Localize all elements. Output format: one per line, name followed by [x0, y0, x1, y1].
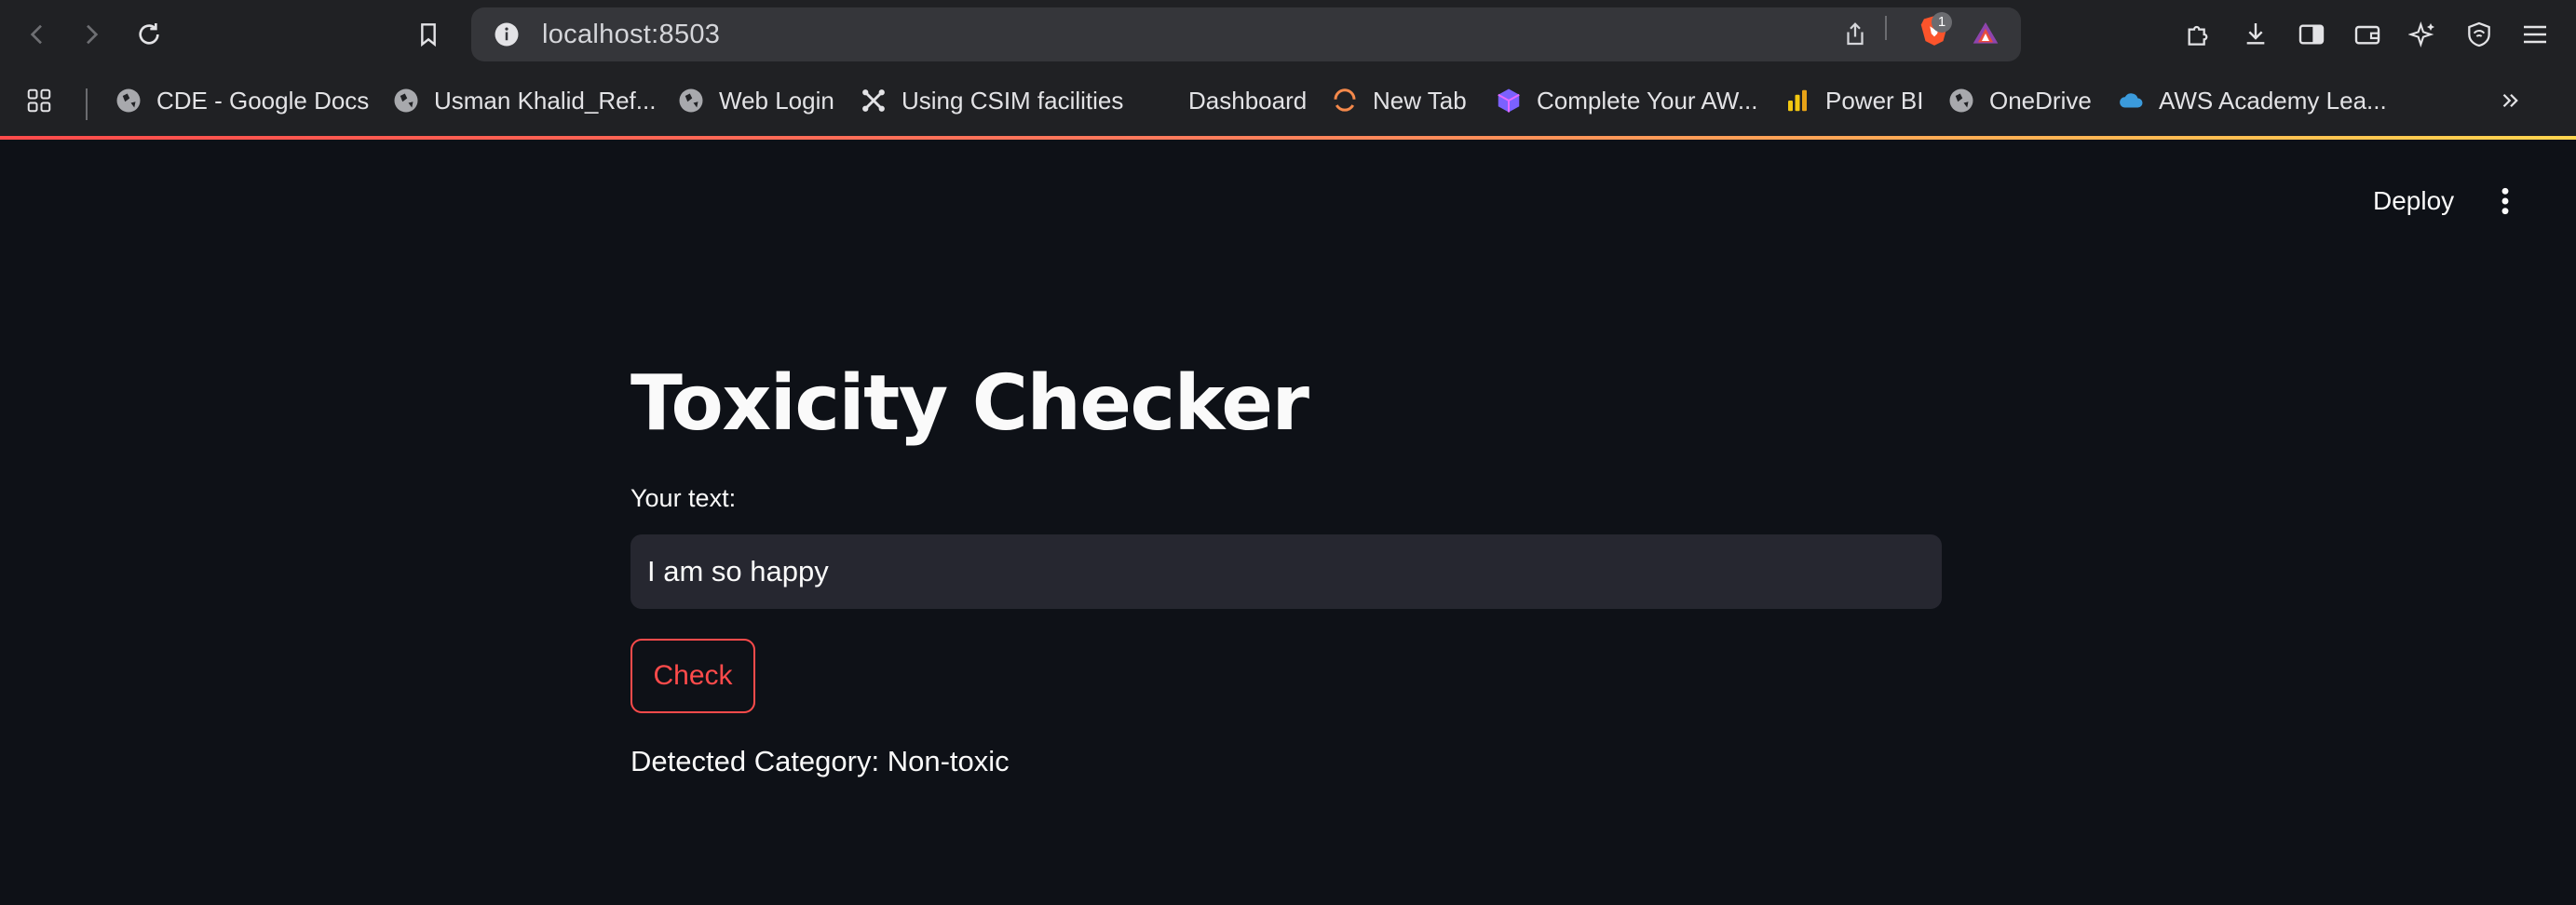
- forward-button[interactable]: [69, 12, 114, 57]
- bookmark-icon: [421, 23, 436, 47]
- bookmark-label: OneDrive: [1989, 86, 2092, 115]
- hamburger-icon: [2524, 25, 2546, 44]
- bookmark-item[interactable]: Complete Your AW...: [1494, 79, 1758, 122]
- text-input-label: Your text:: [630, 484, 737, 512]
- globe-icon: [676, 86, 706, 115]
- wallet-icon: [2354, 25, 2380, 45]
- url-text[interactable]: localhost:8503: [542, 7, 720, 61]
- chevron-left-icon: [30, 24, 42, 45]
- leo-ai-button[interactable]: [2401, 12, 2446, 57]
- shields-count-badge: 1: [1932, 12, 1952, 33]
- page-title: Toxicity Checker: [630, 359, 1309, 448]
- shield-icon: [2468, 21, 2490, 47]
- main-menu-button[interactable]: [2487, 179, 2524, 223]
- puzzle-icon: [2188, 25, 2208, 46]
- bookmark-item[interactable]: Usman Khalid_Ref...: [391, 79, 656, 122]
- bookmarks-separator: [86, 88, 88, 120]
- brave-rewards-button[interactable]: [1963, 11, 2008, 56]
- cube-icon: [1494, 86, 1524, 115]
- cloud-icon: [2116, 86, 2146, 115]
- powerbi-icon: [1783, 86, 1812, 115]
- bookmark-item[interactable]: Using CSIM facilities: [859, 79, 1123, 122]
- deploy-button[interactable]: Deploy: [2362, 179, 2465, 223]
- main-menu-button[interactable]: [2513, 12, 2557, 57]
- more-bookmarks-button[interactable]: [2496, 79, 2539, 122]
- text-input[interactable]: [630, 534, 1942, 609]
- bookmark-label: Using CSIM facilities: [902, 86, 1124, 115]
- apps-button[interactable]: [24, 79, 67, 122]
- bookmark-item[interactable]: Dashboard: [1188, 79, 1307, 122]
- bookmark-item[interactable]: Power BI: [1783, 79, 1924, 122]
- check-button[interactable]: Check: [630, 639, 755, 713]
- browser-chrome: localhost:8503 1 CDE - Google Docs Usman…: [0, 0, 2576, 138]
- downloads-button[interactable]: [2233, 12, 2278, 57]
- browser-toolbar: localhost:8503 1: [0, 0, 2576, 69]
- share-icon[interactable]: [1837, 16, 1874, 53]
- chevron-right-icon: [87, 24, 99, 45]
- reload-icon: [139, 23, 159, 45]
- reload-button[interactable]: [127, 12, 171, 57]
- bookmark-label: New Tab: [1373, 86, 1467, 115]
- rewards-triangle-icon: [1973, 22, 1999, 44]
- joomla-icon: [859, 86, 888, 115]
- bookmark-item[interactable]: AWS Academy Lea...: [2116, 79, 2387, 122]
- globe-icon: [114, 86, 143, 115]
- url-divider: [1885, 16, 1887, 40]
- vpn-button[interactable]: [2457, 12, 2501, 57]
- bookmark-label: Complete Your AW...: [1537, 86, 1758, 115]
- address-bar[interactable]: localhost:8503: [471, 7, 2021, 61]
- bookmark-label: Web Login: [719, 86, 834, 115]
- bookmark-label: Usman Khalid_Ref...: [434, 86, 657, 115]
- kebab-menu-icon: [2501, 187, 2509, 215]
- sidebar-icon: [2298, 24, 2325, 45]
- arc-icon: [1330, 86, 1360, 115]
- bookmark-label: Power BI: [1825, 86, 1924, 115]
- bookmark-label: CDE - Google Docs: [156, 86, 370, 115]
- download-icon: [2246, 23, 2265, 45]
- bookmark-label: AWS Academy Lea...: [2159, 86, 2387, 115]
- site-info-icon[interactable]: [488, 16, 525, 53]
- bookmarks-bar: CDE - Google Docs Usman Khalid_Ref... We…: [0, 71, 2576, 132]
- sidebar-toggle-button[interactable]: [2289, 12, 2334, 57]
- bookmark-item[interactable]: New Tab: [1330, 79, 1467, 122]
- globe-icon: [391, 86, 421, 115]
- bookmark-item[interactable]: CDE - Google Docs: [114, 79, 369, 122]
- streamlit-app: Deploy Toxicity Checker Your text: Check…: [0, 140, 2576, 905]
- extensions-button[interactable]: [2176, 12, 2220, 57]
- globe-icon: [1946, 86, 1976, 115]
- bookmark-label: Dashboard: [1188, 86, 1308, 115]
- back-button[interactable]: [15, 12, 60, 57]
- bookmark-item[interactable]: OneDrive: [1946, 79, 2092, 122]
- double-chevron-right-icon: [2496, 86, 2526, 115]
- bookmark-item[interactable]: Web Login: [676, 79, 834, 122]
- wallet-button[interactable]: [2345, 12, 2390, 57]
- detected-category-text: Detected Category: Non-toxic: [630, 745, 1010, 777]
- bookmark-page-button[interactable]: [406, 12, 451, 57]
- apps-grid-icon: [24, 86, 54, 115]
- sparkle-icon: [2408, 20, 2434, 48]
